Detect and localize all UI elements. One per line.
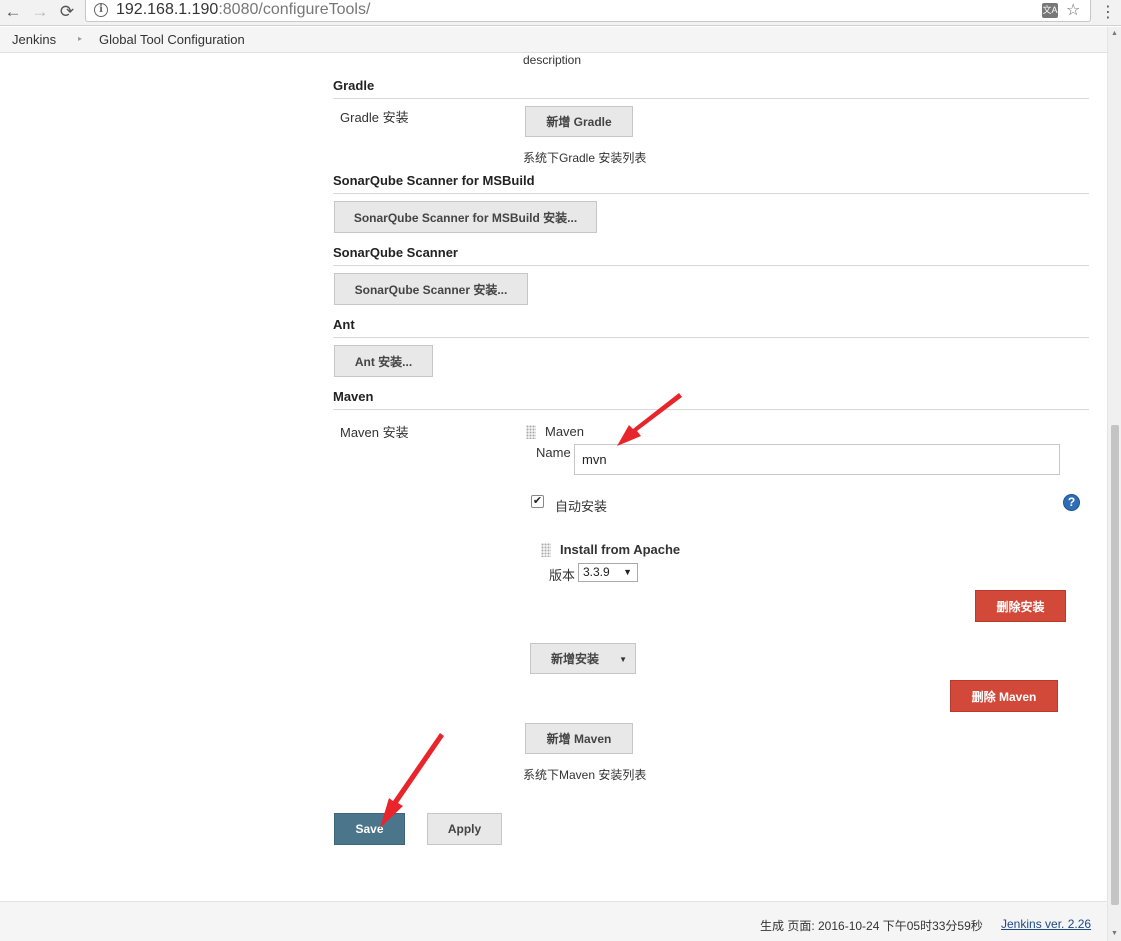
- maven-item-header: Maven: [545, 424, 585, 439]
- scroll-thumb[interactable]: [1111, 425, 1119, 905]
- section-divider: [333, 265, 1089, 266]
- sonar-scanner-section-title: SonarQube Scanner: [333, 245, 458, 260]
- section-divider: [333, 193, 1089, 194]
- page-footer: 生成 页面: 2016-10-24 下午05时33分59秒 Jenkins ve…: [0, 901, 1107, 941]
- delete-installer-button[interactable]: 删除安装: [975, 590, 1066, 622]
- delete-maven-button[interactable]: 删除 Maven: [950, 680, 1058, 712]
- breadcrumb-separator-icon: ▸: [78, 34, 83, 43]
- section-divider: [333, 337, 1089, 338]
- address-bar[interactable]: i 192.168.1.190:8080/configureTools/ 文A …: [85, 0, 1091, 22]
- back-icon[interactable]: ←: [2, 2, 24, 22]
- scroll-down-icon[interactable]: ▼: [1111, 930, 1118, 937]
- page-scrollbar[interactable]: ▲ ▼: [1107, 27, 1121, 941]
- gradle-list-description: 系统下Gradle 安装列表: [523, 151, 647, 165]
- gradle-section-title: Gradle: [333, 78, 375, 93]
- section-divider: [333, 98, 1089, 99]
- jenkins-version-link[interactable]: Jenkins ver. 2.26: [1001, 917, 1091, 931]
- sonar-scanner-install-button[interactable]: SonarQube Scanner 安装...: [334, 273, 528, 305]
- ant-install-button[interactable]: Ant 安装...: [334, 345, 433, 377]
- version-label: 版本: [549, 568, 576, 583]
- maven-section-title: Maven: [333, 389, 374, 404]
- chevron-down-icon: ▼: [619, 655, 627, 664]
- browser-menu-icon[interactable]: ⋮: [1100, 2, 1116, 22]
- add-gradle-button[interactable]: 新增 Gradle: [525, 106, 633, 137]
- browser-toolbar: ← → ⟳ i 192.168.1.190:8080/configureTool…: [0, 0, 1121, 26]
- help-icon[interactable]: ?: [1063, 494, 1080, 511]
- url-host: 192.168.1.190: [116, 1, 219, 18]
- gradle-install-label: Gradle 安装: [340, 110, 409, 125]
- ant-section-title: Ant: [333, 317, 355, 332]
- scroll-up-icon[interactable]: ▲: [1111, 30, 1118, 37]
- maven-name-input[interactable]: [574, 444, 1060, 475]
- sonar-msbuild-section-title: SonarQube Scanner for MSBuild: [333, 173, 535, 188]
- sonar-msbuild-install-button[interactable]: SonarQube Scanner for MSBuild 安装...: [334, 201, 597, 233]
- drag-handle-icon[interactable]: [526, 425, 536, 439]
- breadcrumb: Jenkins ▸ Global Tool Configuration: [0, 27, 1107, 53]
- chevron-down-icon: ▼: [623, 567, 632, 577]
- reload-icon[interactable]: ⟳: [56, 2, 78, 22]
- auto-install-label: 自动安装: [555, 499, 608, 514]
- add-installer-dropdown-button[interactable]: 新增安装 ▼: [530, 643, 636, 674]
- url-path: :8080/configureTools/: [218, 1, 371, 18]
- site-info-icon[interactable]: i: [94, 3, 108, 17]
- page-generated-time: 生成 页面: 2016-10-24 下午05时33分59秒: [760, 919, 983, 933]
- maven-list-description: 系统下Maven 安装列表: [523, 768, 647, 782]
- maven-install-label: Maven 安装: [340, 425, 409, 440]
- add-installer-label: 新增安装: [551, 652, 600, 666]
- translate-icon[interactable]: 文A: [1042, 3, 1058, 18]
- breadcrumb-global-tool-configuration[interactable]: Global Tool Configuration: [99, 32, 245, 47]
- auto-install-checkbox[interactable]: ✔: [531, 495, 544, 508]
- annotation-arrow-name: [617, 393, 682, 446]
- bookmark-star-icon[interactable]: ☆: [1066, 0, 1080, 20]
- forward-icon[interactable]: →: [29, 2, 51, 22]
- apply-button[interactable]: Apply: [427, 813, 502, 845]
- breadcrumb-jenkins[interactable]: Jenkins: [12, 32, 56, 47]
- maven-name-label: Name: [536, 445, 571, 460]
- add-maven-button[interactable]: 新增 Maven: [525, 723, 633, 754]
- section-divider: [333, 409, 1089, 410]
- version-select[interactable]: 3.3.9 ▼: [578, 563, 638, 582]
- section-description: description: [523, 53, 582, 67]
- installer-title: Install from Apache: [560, 542, 681, 557]
- url-text: 192.168.1.190:8080/configureTools/: [116, 1, 370, 19]
- save-button[interactable]: Save: [334, 813, 405, 845]
- version-select-value: 3.3.9: [583, 565, 610, 579]
- drag-handle-icon[interactable]: [541, 543, 551, 557]
